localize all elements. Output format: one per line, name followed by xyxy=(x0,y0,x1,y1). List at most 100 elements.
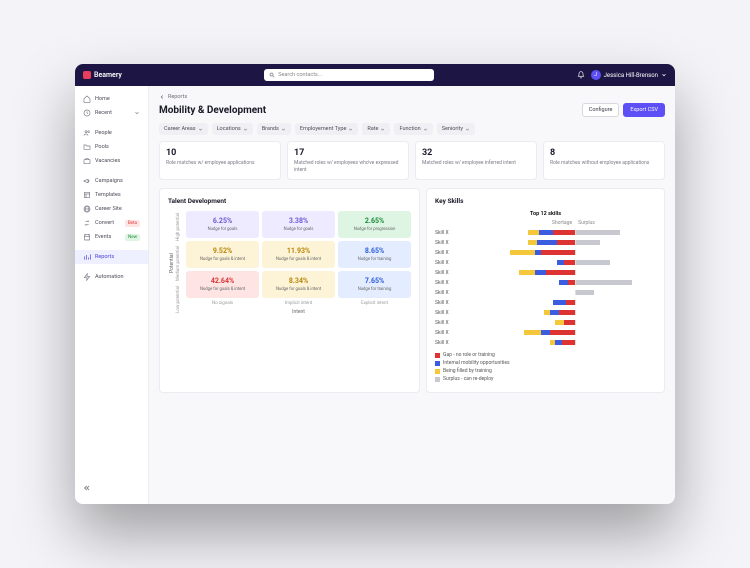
skill-name: Skill X xyxy=(435,330,463,336)
folder-icon xyxy=(83,143,91,151)
sidebar-item-automation[interactable]: Automation xyxy=(75,270,148,284)
matrix-cell[interactable]: 11.93%Nudge for goals & intent xyxy=(262,241,335,268)
skill-name: Skill X xyxy=(435,300,463,306)
skills-subtitle: Top 12 skills xyxy=(435,211,656,217)
matrix-cell[interactable]: 9.52%Nudge for goals & intent xyxy=(186,241,259,268)
skill-bar xyxy=(463,230,656,235)
home-icon xyxy=(83,95,91,103)
users-icon xyxy=(83,129,91,137)
sidebar-item-label: Events xyxy=(95,234,111,240)
calendar-icon xyxy=(83,233,91,241)
x-label: Explicit intent xyxy=(338,301,411,306)
bell-icon[interactable] xyxy=(577,71,585,79)
kpi-card[interactable]: 8Role matches without employee applicati… xyxy=(543,141,665,180)
legend-swatch xyxy=(435,361,440,366)
sidebar-item-vacancies[interactable]: Vacancies xyxy=(75,154,148,168)
filter-seniority[interactable]: Seniority xyxy=(437,123,475,135)
filter-employement-type[interactable]: Employement Type xyxy=(295,123,358,135)
cell-percent: 2.65% xyxy=(340,217,409,225)
skill-row: Skill X xyxy=(435,279,656,286)
sidebar-item-label: Campaigns xyxy=(95,178,123,184)
skill-bar xyxy=(463,290,656,295)
sidebar-item-label: Career Site xyxy=(95,206,122,212)
legend-item: Gap - no role or training xyxy=(435,352,656,358)
skill-bar xyxy=(463,260,656,265)
configure-button[interactable]: Configure xyxy=(582,103,620,117)
skill-row: Skill X xyxy=(435,339,656,346)
breadcrumb[interactable]: Reports xyxy=(159,94,665,100)
bolt-icon xyxy=(83,273,91,281)
sidebar-item-campaigns[interactable]: Campaigns xyxy=(75,174,148,188)
sidebar-item-templates[interactable]: Templates xyxy=(75,188,148,202)
filter-locations[interactable]: Locations xyxy=(212,123,253,135)
search-input[interactable]: Search contacts... xyxy=(264,69,434,81)
skills-legend: Gap - no role or training Internal mobili… xyxy=(435,352,656,382)
talent-matrix: 6.25%Nudge for goals3.38%Nudge for goals… xyxy=(186,211,411,315)
kpi-value: 8 xyxy=(550,148,658,158)
sidebar-item-home[interactable]: Home xyxy=(75,92,148,106)
matrix-cell[interactable]: 8.34%Nudge for goals & intent xyxy=(262,271,335,298)
sidebar-item-recent[interactable]: Recent xyxy=(75,106,148,120)
cell-sublabel: Nudge for progression xyxy=(340,227,409,232)
panel-title: Key Skills xyxy=(435,197,656,205)
matrix-cell[interactable]: 2.65% Nudge for progression xyxy=(338,211,411,238)
y-label: Low potential xyxy=(176,286,186,313)
main-content: Reports Mobility & Development Configure… xyxy=(149,86,675,504)
cell-sublabel: Nudge for goals xyxy=(264,227,333,232)
matrix-cell[interactable]: 3.38% Nudge for goals xyxy=(262,211,335,238)
chevron-down-icon xyxy=(198,127,203,132)
kpi-label: Matched roles w/ employees who've expres… xyxy=(294,160,402,173)
legend-item: Being filled by training xyxy=(435,368,656,374)
cell-percent: 3.38% xyxy=(264,217,333,225)
cell-sublabel: Nudge for training xyxy=(340,257,409,262)
collapse-sidebar[interactable] xyxy=(75,480,148,498)
chevron-double-left-icon xyxy=(83,484,91,492)
filter-label: Rate xyxy=(367,126,378,132)
matrix-cell[interactable]: 8.65%Nudge for training xyxy=(338,241,411,268)
chevron-down-icon xyxy=(281,127,286,132)
matrix-cell[interactable]: 42.64%Nudge for goals & intent xyxy=(186,271,259,298)
filter-label: Career Areas xyxy=(164,126,196,132)
app-window: Beamery Search contacts... J Jessica Hil… xyxy=(75,64,675,504)
cell-percent: 6.25% xyxy=(188,217,257,225)
filter-career-areas[interactable]: Career Areas xyxy=(159,123,208,135)
x-label: No signals xyxy=(186,301,259,306)
filter-rate[interactable]: Rate xyxy=(362,123,390,135)
kpi-card[interactable]: 32Matched roles w/ employee inferred int… xyxy=(415,141,537,180)
matrix-cell[interactable]: 7.65%Nudge for training xyxy=(338,271,411,298)
matrix-cell[interactable]: 6.25%Nudge for goals xyxy=(186,211,259,238)
sidebar-item-people[interactable]: People xyxy=(75,126,148,140)
sidebar-item-events[interactable]: EventsNew xyxy=(75,230,148,244)
sidebar-item-pools[interactable]: Pools xyxy=(75,140,148,154)
skills-chart: Skill X Skill X Skill X Skill X Skill X Skill… xyxy=(435,229,656,346)
filter-label: Brands xyxy=(262,126,279,132)
legend-label: Internal mobility opportunities xyxy=(443,360,510,366)
legend-swatch xyxy=(435,377,440,382)
cell-sublabel: Nudge for training xyxy=(340,287,409,292)
sidebar-item-convert[interactable]: ConvertBeta xyxy=(75,216,148,230)
filter-brands[interactable]: Brands xyxy=(257,123,291,135)
sidebar-item-label: Recent xyxy=(95,110,112,116)
page-title: Mobility & Development xyxy=(159,105,266,116)
skill-bar xyxy=(463,310,656,315)
sidebar: Home Recent PeoplePoolsVacancies Campaigns T… xyxy=(75,86,149,504)
user-menu[interactable]: J Jessica Hill-Brenson xyxy=(591,70,667,80)
chevron-down-icon xyxy=(380,127,385,132)
kpi-value: 32 xyxy=(422,148,530,158)
brand-logo[interactable]: Beamery xyxy=(83,71,122,79)
cell-percent: 9.52% xyxy=(188,247,257,255)
legend-label: Surplus - can re-deploy xyxy=(443,376,493,382)
chevron-down-icon xyxy=(348,127,353,132)
kpi-card[interactable]: 10Role matches w/ employee applications xyxy=(159,141,281,180)
topbar: Beamery Search contacts... J Jessica Hil… xyxy=(75,64,675,86)
sidebar-item-reports[interactable]: Reports xyxy=(75,250,148,264)
filter-function[interactable]: Function xyxy=(394,123,432,135)
cell-sublabel: Nudge for goals & intent xyxy=(264,257,333,262)
skill-row: Skill X xyxy=(435,249,656,256)
kpi-card[interactable]: 17Matched roles w/ employees who've expr… xyxy=(287,141,409,180)
kpi-row: 10Role matches w/ employee applications1… xyxy=(159,141,665,180)
sidebar-item-career-site[interactable]: Career Site xyxy=(75,202,148,216)
skill-row: Skill X xyxy=(435,259,656,266)
export-csv-button[interactable]: Export CSV xyxy=(623,103,665,117)
skills-column-headers: Shortage Surplus xyxy=(435,220,656,226)
